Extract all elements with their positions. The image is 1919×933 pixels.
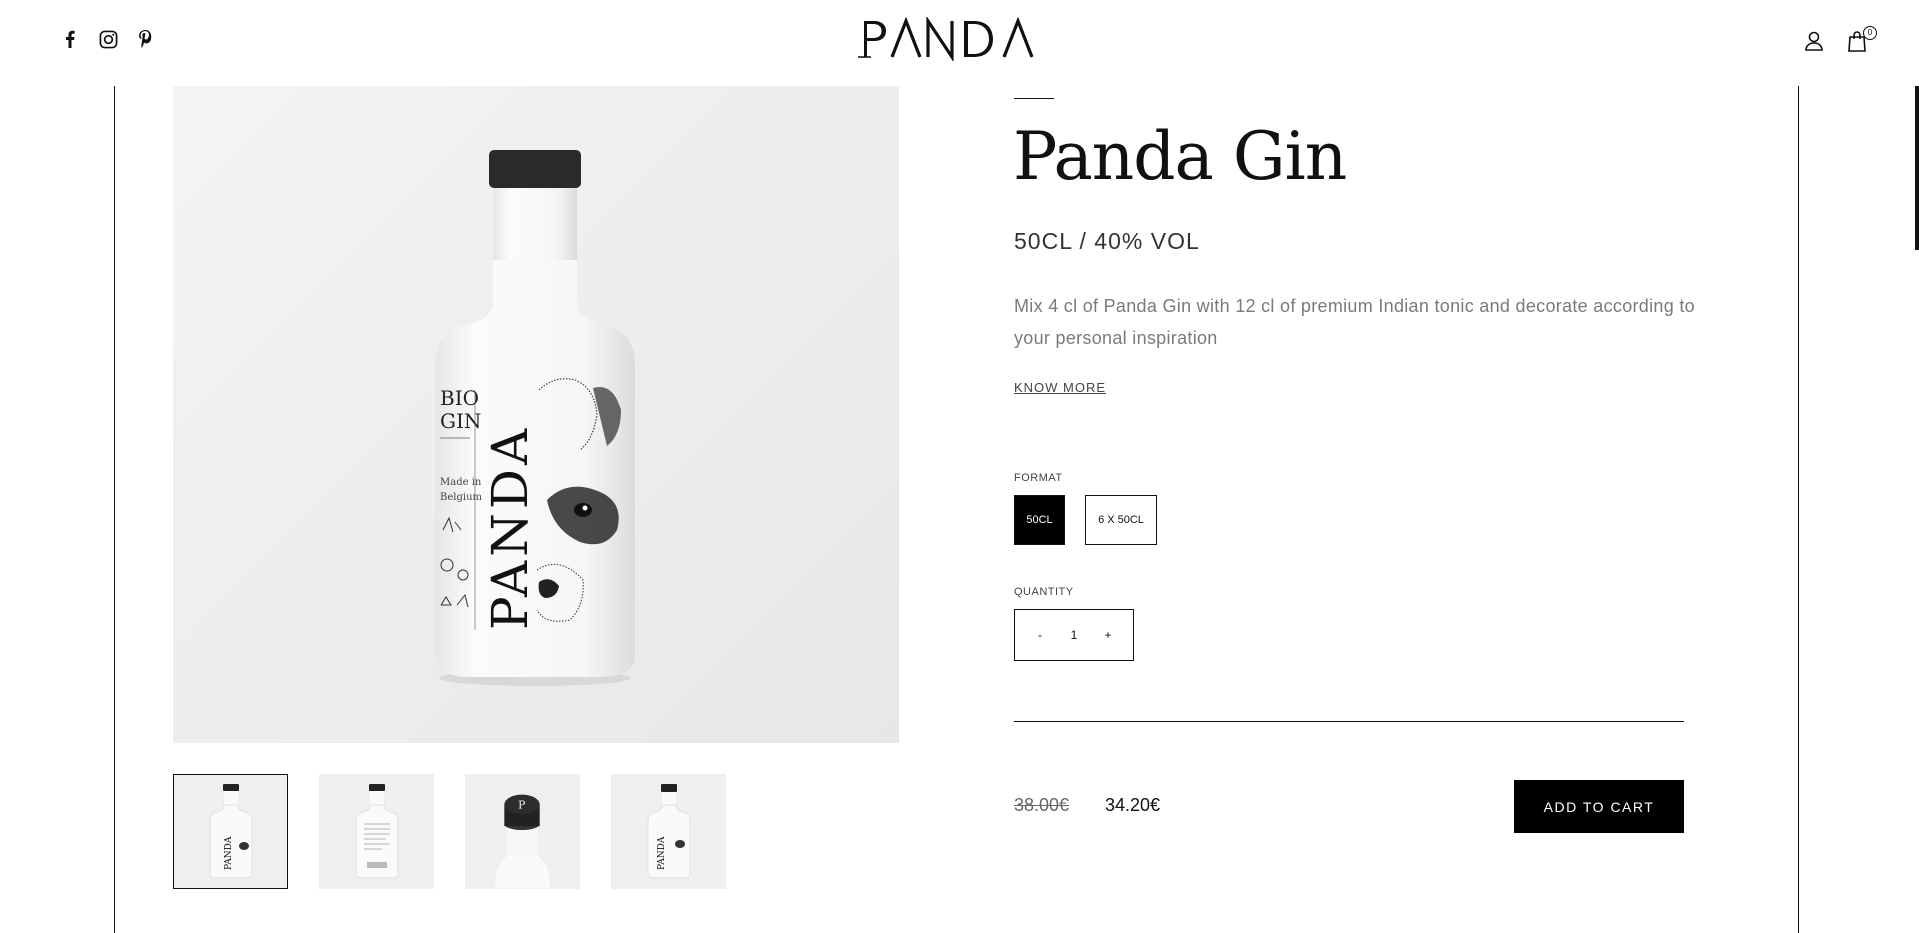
gin-bottle-image: BIO GIN Made in Belgium PANDA bbox=[435, 150, 635, 686]
panda-logo-icon bbox=[858, 17, 1034, 61]
pinterest-icon[interactable] bbox=[134, 27, 158, 51]
quantity-decrease-button[interactable]: - bbox=[1033, 628, 1047, 642]
svg-text:Belgium: Belgium bbox=[440, 492, 483, 503]
product-description: Mix 4 cl of Panda Gin with 12 cl of prem… bbox=[1014, 296, 1695, 348]
add-to-cart-button[interactable]: ADD TO CART bbox=[1514, 780, 1684, 833]
bottle-back-thumbnail-icon bbox=[355, 784, 398, 879]
price-divider bbox=[1014, 721, 1684, 722]
thumbnail-1[interactable]: PANDA bbox=[173, 774, 288, 889]
svg-text:PANDA: PANDA bbox=[224, 836, 234, 870]
frame-line-left bbox=[114, 86, 115, 933]
shopping-bag-icon[interactable]: 0 bbox=[1845, 26, 1877, 54]
thumbnail-4[interactable]: PANDA bbox=[611, 774, 726, 889]
original-price: 38.00€ bbox=[1014, 795, 1070, 815]
quantity-value[interactable]: 1 bbox=[1071, 628, 1078, 642]
bottle-side-thumbnail-icon: PANDA bbox=[647, 784, 690, 879]
product-subtitle: 50CL / 40% VOL bbox=[1014, 228, 1200, 254]
svg-text:PANDA: PANDA bbox=[657, 836, 667, 870]
header-actions: 0 bbox=[1801, 26, 1877, 54]
site-logo[interactable] bbox=[856, 14, 1060, 64]
thumbnail-3[interactable]: P bbox=[465, 774, 580, 889]
user-icon[interactable] bbox=[1801, 28, 1827, 54]
svg-text:P: P bbox=[518, 798, 525, 811]
cart-count-badge: 0 bbox=[1863, 26, 1877, 40]
svg-text:Made in: Made in bbox=[440, 477, 482, 488]
quantity-label: QUANTITY bbox=[1014, 586, 1074, 598]
sale-price: 34.20€ bbox=[1105, 795, 1161, 815]
format-label: FORMAT bbox=[1014, 472, 1063, 484]
svg-text:PANDA: PANDA bbox=[481, 425, 539, 630]
format-option-50cl[interactable]: 50CL bbox=[1014, 495, 1065, 545]
format-options: 50CL 6 X 50CL bbox=[1014, 495, 1157, 545]
quantity-stepper: - 1 + bbox=[1014, 609, 1134, 661]
bottle-top-thumbnail-icon: P bbox=[495, 794, 550, 888]
facebook-icon[interactable] bbox=[58, 27, 82, 51]
site-header: 0 bbox=[0, 0, 1919, 86]
svg-text:BIO: BIO bbox=[440, 386, 479, 410]
instagram-icon[interactable] bbox=[96, 27, 120, 51]
product-title: Panda Gin bbox=[1013, 118, 1347, 195]
bottle-thumbnail-icon: PANDA bbox=[209, 784, 252, 879]
format-option-6x50cl[interactable]: 6 X 50CL bbox=[1085, 495, 1157, 545]
quantity-increase-button[interactable]: + bbox=[1101, 628, 1115, 642]
social-links bbox=[58, 27, 158, 51]
scroll-indicator[interactable] bbox=[1915, 74, 1919, 250]
know-more-link[interactable]: KNOW MORE bbox=[1014, 380, 1106, 395]
title-divider bbox=[1014, 98, 1054, 99]
product-main-image[interactable]: BIO GIN Made in Belgium PANDA bbox=[173, 86, 899, 743]
frame-line-right bbox=[1798, 86, 1799, 933]
thumbnail-gallery: PANDA P PANDA bbox=[173, 774, 726, 889]
thumbnail-2[interactable] bbox=[319, 774, 434, 889]
